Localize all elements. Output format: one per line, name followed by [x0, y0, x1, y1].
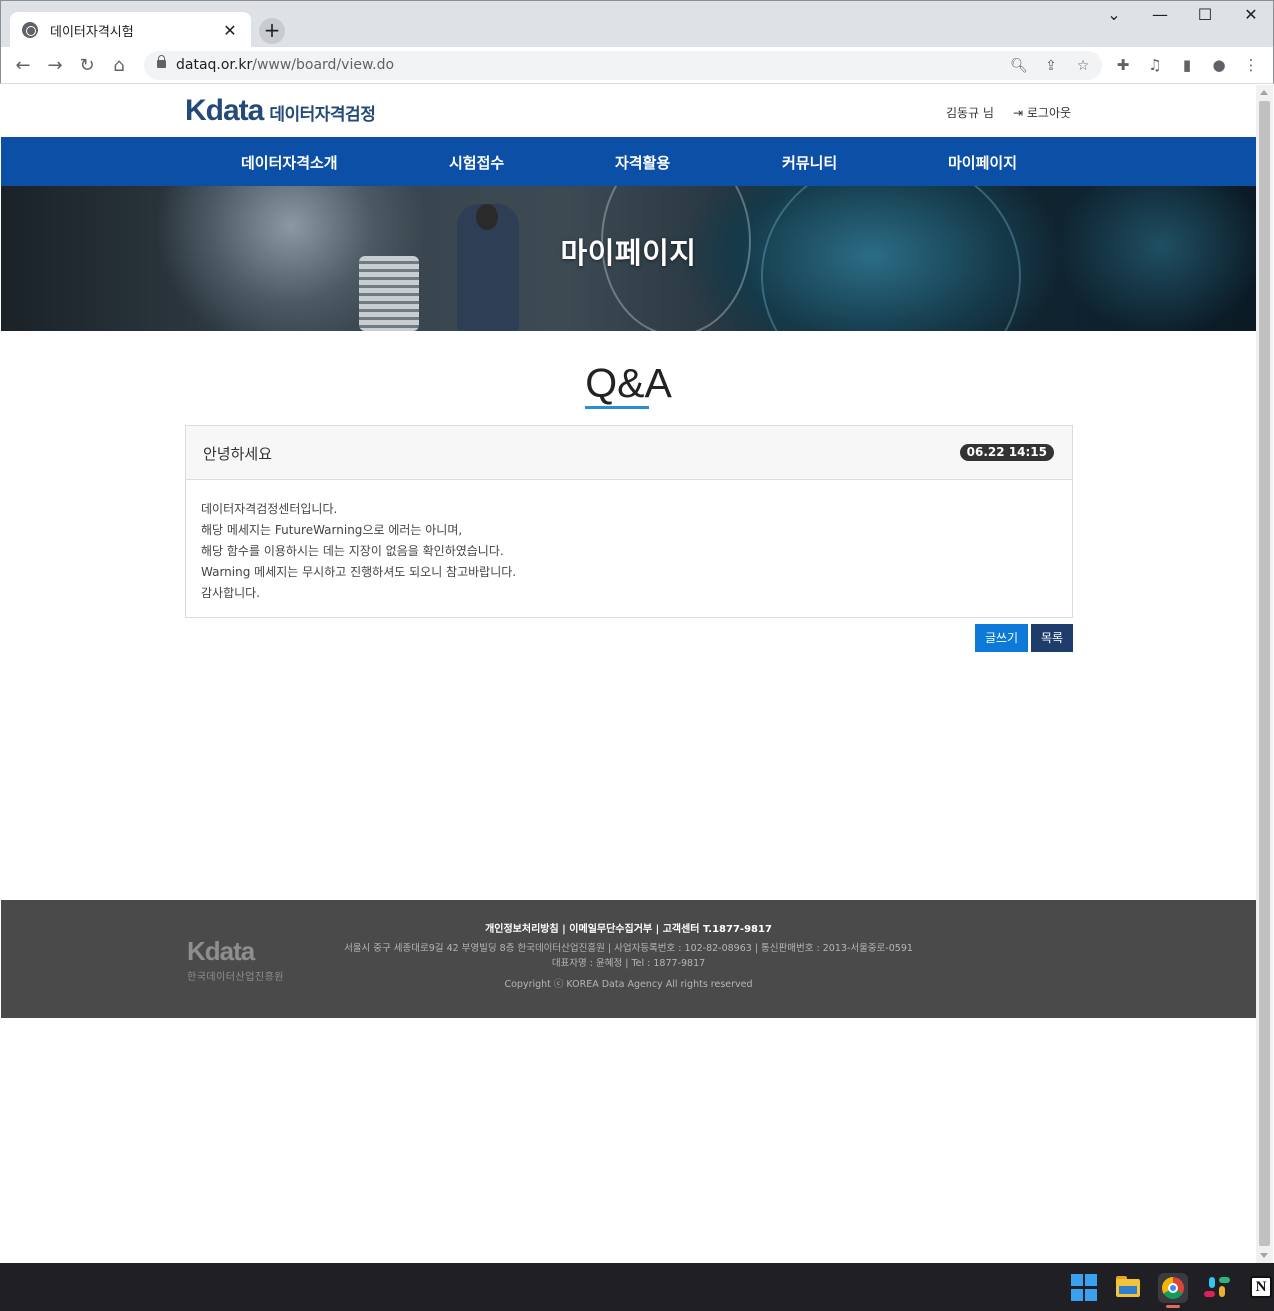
tab-search-icon[interactable]: ⌄ [1091, 5, 1137, 29]
share-icon[interactable]: ⇪ [1040, 55, 1062, 77]
post-body: 데이터자격검정센터입니다. 해당 메세지는 FutureWarning으로 에러… [201, 499, 516, 604]
page-viewport: Kdata 데이터자격검정 김동규 님 ⇥ 로그아웃 데이터자격소개 시험접수 … [1, 85, 1256, 1263]
post-subject: 안녕하세요 [203, 445, 273, 463]
notion-icon[interactable]: N [1248, 1273, 1274, 1301]
browser-tab[interactable]: 데이터자격시험 ✕ [10, 12, 251, 48]
logout-icon: ⇥ [1013, 106, 1027, 120]
address-bar[interactable]: dataq.or.kr/www/board/view.do 🔍︎ ⇪ ☆ [144, 51, 1102, 80]
post-body-line: 감사합니다. [201, 586, 261, 600]
logout-link[interactable]: ⇥ 로그아웃 [1013, 104, 1071, 121]
nav-item-registration[interactable]: 시험접수 [449, 152, 504, 173]
new-tab-button[interactable]: + [259, 18, 285, 44]
scroll-up-arrow-icon[interactable] [1260, 90, 1268, 95]
globe-icon [22, 22, 38, 38]
main-navigation: 데이터자격소개 시험접수 자격활용 커뮤니티 마이페이지 [1, 137, 1256, 186]
nav-item-utilization[interactable]: 자격활용 [615, 152, 670, 173]
site-footer: Kdata 한국데이터산업진흥원 개인정보처리방침 | 이메일무단수집거부 | … [1, 900, 1256, 1018]
tab-title: 데이터자격시험 [50, 24, 134, 40]
footer-links[interactable]: 개인정보처리방침 | 이메일무단수집거부 | 고객센터 T.1877-9817 [1, 920, 1256, 935]
page-title: Q&A [585, 360, 672, 406]
url-text: dataq.or.kr/www/board/view.do [176, 57, 395, 73]
hero-title: 마이페이지 [560, 236, 697, 270]
scroll-down-arrow-icon[interactable] [1260, 1253, 1268, 1258]
nav-item-mypage[interactable]: 마이페이지 [948, 152, 1017, 173]
post-card: 안녕하세요 06.22 14:15 데이터자격검정센터입니다. 해당 메세지는 … [185, 425, 1073, 618]
post-body-line: 해당 메세지는 FutureWarning으로 에러는 아니며, [201, 523, 463, 537]
footer-address: 서울시 중구 세종대로9길 42 부영빌딩 8층 한국데이터산업진흥원 | 사업… [344, 943, 913, 954]
media-control-icon[interactable]: ♫ [1143, 53, 1167, 77]
site-header: Kdata 데이터자격검정 김동규 님 ⇥ 로그아웃 [1, 85, 1256, 137]
post-body-line: 데이터자격검정센터입니다. [201, 502, 338, 516]
windows-start-icon[interactable] [1071, 1274, 1099, 1302]
browser-tab-strip: 데이터자격시험 ✕ + ⌄ — ☐ ✕ [0, 0, 1274, 48]
slack-icon[interactable] [1203, 1273, 1231, 1301]
profile-avatar[interactable]: ● [1207, 53, 1231, 77]
scrollbar-thumb[interactable] [1259, 101, 1270, 1246]
vertical-scrollbar[interactable] [1256, 85, 1273, 1263]
reload-icon[interactable]: ↻ [74, 53, 100, 79]
minimize-icon[interactable]: — [1137, 5, 1183, 29]
logo-korean-text: 데이터자격검정 [269, 105, 376, 125]
nav-item-community[interactable]: 커뮤니티 [782, 152, 837, 173]
title-underline [585, 406, 649, 409]
lock-icon [157, 55, 166, 68]
forward-icon[interactable]: → [42, 53, 68, 79]
file-explorer-icon[interactable] [1114, 1273, 1142, 1301]
tab-close-icon[interactable]: ✕ [221, 21, 239, 40]
side-panel-icon[interactable]: ▮ [1175, 53, 1199, 77]
write-button[interactable]: 글쓰기 [975, 624, 1028, 652]
post-body-line: 해당 함수를 이용하시는 데는 지장이 없음을 확인하였습니다. [201, 544, 504, 558]
chrome-icon[interactable] [1158, 1273, 1188, 1308]
zoom-icon[interactable]: 🔍︎ [1008, 55, 1030, 77]
businessman-head-image [476, 204, 498, 230]
logout-label: 로그아웃 [1026, 106, 1072, 120]
post-body-line: Warning 메세지는 무시하고 진행하셔도 되오니 참고바랍니다. [201, 565, 517, 579]
nav-item-intro[interactable]: 데이터자격소개 [241, 152, 338, 173]
close-icon[interactable]: ✕ [1228, 5, 1274, 29]
post-header: 안녕하세요 06.22 14:15 [186, 426, 1072, 480]
bookmark-star-icon[interactable]: ☆ [1072, 55, 1094, 77]
extensions-icon[interactable]: ✚ [1111, 53, 1135, 77]
browser-toolbar: ← → ↻ ⌂ dataq.or.kr/www/board/view.do 🔍︎… [0, 47, 1274, 84]
list-button[interactable]: 목록 [1031, 624, 1073, 652]
os-taskbar: N [0, 1263, 1274, 1311]
home-icon[interactable]: ⌂ [106, 53, 132, 79]
footer-representative: 대표자명 : 윤혜정 | Tel : 1877-9817 [551, 958, 706, 969]
site-logo[interactable]: Kdata 데이터자격검정 [185, 94, 376, 128]
footer-copyright: Copyright ⓒ KOREA Data Agency All rights… [504, 979, 753, 990]
maximize-icon[interactable]: ☐ [1182, 5, 1228, 29]
logo-mark: Kdata [185, 94, 264, 127]
back-icon[interactable]: ← [10, 53, 36, 79]
hero-banner: 마이페이지 [1, 186, 1256, 331]
menu-kebab-icon[interactable]: ⋮ [1239, 53, 1263, 77]
user-name: 김동규 님 [946, 106, 994, 120]
post-date-badge: 06.22 14:15 [959, 444, 1054, 461]
